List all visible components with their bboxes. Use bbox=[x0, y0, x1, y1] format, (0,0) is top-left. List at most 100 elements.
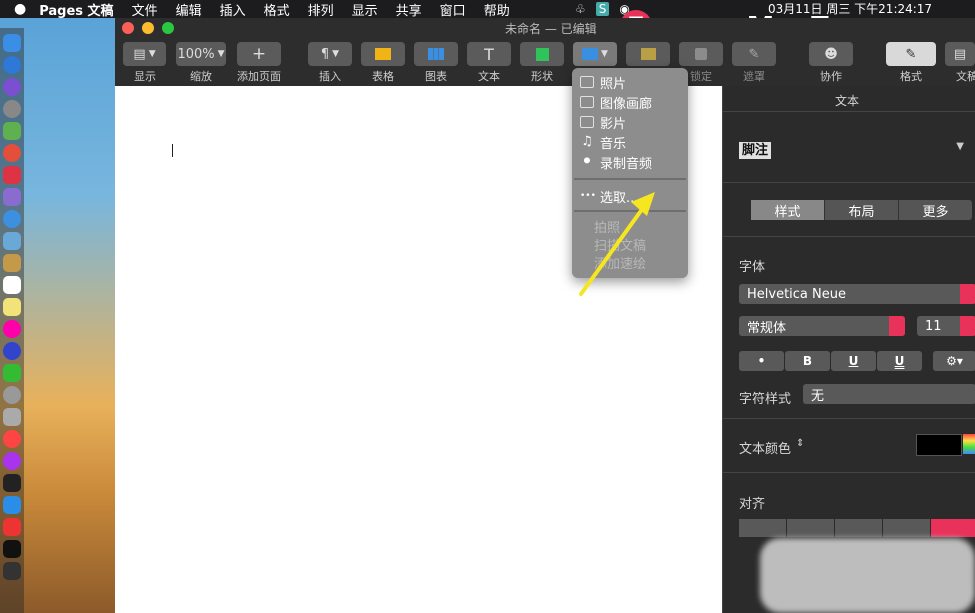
pages-window: 未命名 — 已编辑 ▤ ▼ 显示 100% ▼ 缩放 + 添加页面 ¶ ▼ 插入 表格… bbox=[115, 18, 975, 613]
chart-button[interactable] bbox=[414, 42, 458, 66]
chrome-icon[interactable] bbox=[3, 144, 21, 162]
media-button[interactable]: ▼ bbox=[573, 42, 617, 66]
preview-icon[interactable] bbox=[3, 232, 21, 250]
calendar-icon[interactable] bbox=[3, 276, 21, 294]
safari-compass-icon[interactable] bbox=[3, 210, 21, 228]
lock-button[interactable] bbox=[679, 42, 723, 66]
text-t-icon: T bbox=[484, 44, 494, 64]
zoom-select[interactable]: 100% ▼ bbox=[176, 42, 226, 66]
text-button[interactable]: T bbox=[467, 42, 511, 66]
launchpad-icon[interactable] bbox=[3, 100, 21, 118]
app-icon-red[interactable] bbox=[3, 166, 21, 184]
menu-edit[interactable]: 编辑 bbox=[176, 0, 202, 19]
double-underline-button[interactable]: U bbox=[877, 351, 922, 371]
view-button[interactable]: ▤ ▼ bbox=[123, 42, 166, 66]
collab-button[interactable]: ☻ bbox=[809, 42, 853, 66]
align-center-button[interactable] bbox=[787, 519, 834, 537]
notes-icon[interactable] bbox=[3, 254, 21, 272]
font-style-select[interactable]: 常规体 bbox=[739, 316, 905, 336]
add-page-button[interactable]: + bbox=[237, 42, 281, 66]
add-page-label: 添加页面 bbox=[237, 70, 281, 83]
align-justify-button[interactable] bbox=[883, 519, 930, 537]
document-icon: ▤ bbox=[953, 46, 967, 62]
menu-format[interactable]: 格式 bbox=[264, 0, 290, 19]
format-label: 格式 bbox=[900, 70, 922, 83]
vivaldi-icon[interactable] bbox=[3, 518, 21, 536]
char-style-value: 无 bbox=[811, 388, 825, 404]
font-size-field[interactable]: 11 bbox=[917, 316, 975, 336]
underline-button[interactable]: U bbox=[831, 351, 876, 371]
siri-icon[interactable] bbox=[3, 78, 21, 96]
menu-share[interactable]: 共享 bbox=[396, 0, 422, 19]
chart-icon bbox=[428, 48, 444, 60]
format-sidebar: 文本 脚注 ▼ 样式 布局 更多 字体 Helvetica Neue 常规体 1… bbox=[722, 86, 975, 613]
podcasts-icon[interactable] bbox=[3, 452, 21, 470]
menu-item-movie[interactable]: 影片 bbox=[572, 112, 688, 132]
app-store-icon[interactable] bbox=[3, 496, 21, 514]
apple-icon[interactable]: ● bbox=[14, 1, 26, 17]
s-app-icon[interactable]: S bbox=[595, 2, 610, 16]
close-button[interactable] bbox=[122, 22, 134, 34]
title-bar: 未命名 — 已编辑 bbox=[115, 18, 975, 38]
char-style-label: 字符样式 bbox=[739, 392, 792, 407]
android-icon[interactable] bbox=[3, 122, 21, 140]
bullet-button[interactable]: • bbox=[739, 351, 784, 371]
downloads-icon[interactable] bbox=[3, 408, 21, 426]
terminal-icon[interactable] bbox=[3, 540, 21, 558]
table-label: 表格 bbox=[372, 70, 394, 83]
settings-icon[interactable] bbox=[3, 386, 21, 404]
chevron-down-icon: ▼ bbox=[148, 49, 156, 59]
font-name-select[interactable]: Helvetica Neue bbox=[739, 284, 975, 304]
safari-icon[interactable] bbox=[3, 56, 21, 74]
menu-arrange[interactable]: 排列 bbox=[308, 0, 334, 19]
align-auto-button[interactable] bbox=[931, 519, 975, 537]
document-button[interactable]: ▤ bbox=[945, 42, 975, 66]
app-icon-purple[interactable] bbox=[3, 188, 21, 206]
paragraph-style-select[interactable]: 脚注 ▼ bbox=[739, 139, 964, 159]
minimize-button[interactable] bbox=[142, 22, 154, 34]
stepper-icon: ⇕ bbox=[796, 438, 805, 449]
activity-monitor-icon[interactable] bbox=[3, 562, 21, 580]
gear-icon: ⚙▾ bbox=[946, 354, 963, 368]
finder-icon[interactable] bbox=[3, 34, 21, 52]
stickies-icon[interactable] bbox=[3, 298, 21, 316]
shape-button[interactable] bbox=[520, 42, 564, 66]
tv-icon[interactable] bbox=[3, 474, 21, 492]
menu-help[interactable]: 帮助 bbox=[484, 0, 510, 19]
bell-icon[interactable]: ♧ bbox=[575, 2, 586, 16]
text-color-well[interactable] bbox=[916, 434, 962, 456]
view-label: 显示 bbox=[134, 70, 156, 83]
table-button[interactable] bbox=[361, 42, 405, 66]
tab-layout[interactable]: 布局 bbox=[825, 200, 899, 220]
menu-window[interactable]: 窗口 bbox=[440, 0, 466, 19]
photos-icon[interactable] bbox=[3, 320, 21, 338]
music-icon[interactable] bbox=[3, 430, 21, 448]
align-right-button[interactable] bbox=[835, 519, 882, 537]
bold-button[interactable]: B bbox=[785, 351, 830, 371]
chevron-down-icon: ▼ bbox=[217, 49, 225, 59]
color-wheel-icon[interactable] bbox=[963, 434, 975, 454]
facetime-icon[interactable] bbox=[3, 364, 21, 382]
menu-insert[interactable]: 插入 bbox=[220, 0, 246, 19]
menu-item-gallery[interactable]: 图像画廊 bbox=[572, 92, 688, 112]
format-button[interactable]: ✎ bbox=[886, 42, 936, 66]
tab-more[interactable]: 更多 bbox=[899, 200, 972, 220]
char-style-select[interactable]: 无 bbox=[803, 384, 975, 404]
gallery-icon bbox=[580, 96, 594, 108]
mask-button[interactable]: ✎ bbox=[732, 42, 776, 66]
align-left-button[interactable] bbox=[739, 519, 786, 537]
text-label: 文本 bbox=[478, 70, 500, 83]
menu-view[interactable]: 显示 bbox=[352, 0, 378, 19]
menu-item-photo[interactable]: 照片 bbox=[572, 72, 688, 92]
divider bbox=[723, 472, 975, 473]
comment-button[interactable] bbox=[626, 42, 670, 66]
menu-app-name[interactable]: Pages 文稿 bbox=[39, 0, 113, 19]
menu-file[interactable]: 文件 bbox=[132, 0, 158, 19]
zoom-button[interactable] bbox=[162, 22, 174, 34]
align-section-title: 对齐 bbox=[739, 497, 766, 512]
tab-style[interactable]: 样式 bbox=[751, 200, 825, 220]
insert-button[interactable]: ¶ ▼ bbox=[308, 42, 352, 66]
text-options-button[interactable]: ⚙▾ bbox=[933, 351, 975, 371]
messages-icon[interactable] bbox=[3, 342, 21, 360]
divider bbox=[723, 236, 975, 237]
